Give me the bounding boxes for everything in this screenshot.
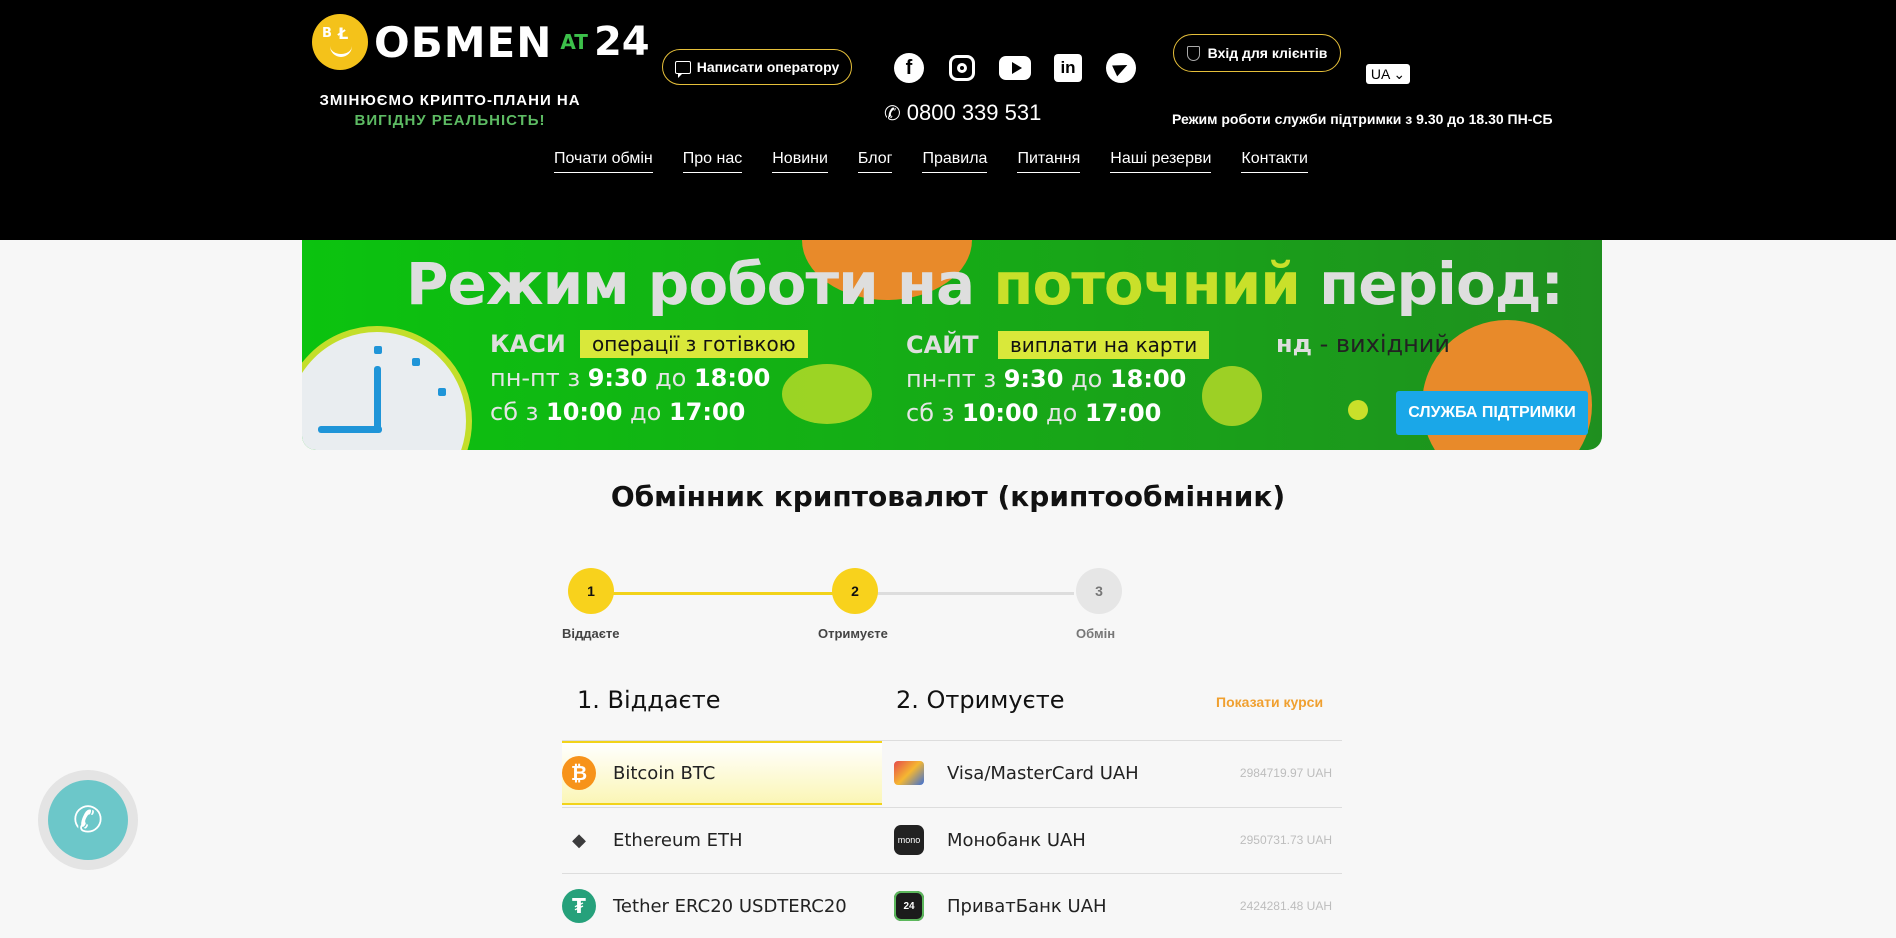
step-line-done <box>606 592 834 595</box>
give-column-header: 1. Віддаєте <box>577 686 721 714</box>
clock-illustration <box>302 326 472 450</box>
linkedin-icon[interactable]: in <box>1052 52 1084 84</box>
youtube-icon[interactable] <box>999 52 1031 84</box>
give-row-bitcoin[interactable]: ₿ Bitcoin BTC <box>562 741 882 805</box>
monobank-icon: mono <box>894 825 924 855</box>
logo-number: 24 <box>593 19 650 65</box>
nav-faq[interactable]: Питання <box>1017 150 1081 173</box>
slogan-line2: ВИГІДНУ РЕАЛЬНІСТЬ! <box>354 112 546 129</box>
nav-rules[interactable]: Правила <box>922 150 988 173</box>
chat-icon <box>674 60 691 78</box>
day-off-note: нд - вихідний <box>1276 330 1450 358</box>
get-currency-name: Монобанк UAH <box>947 829 1086 851</box>
callback-button[interactable]: ✆ <box>38 770 138 870</box>
site-tag: виплати на карти <box>998 331 1210 359</box>
slogan-line1: ЗМІНЮЄМО КРИПТО-ПЛАНИ НА <box>319 92 581 109</box>
main-nav: Почати обмін Про нас Новини Блог Правила… <box>554 150 1308 173</box>
give-row-tether[interactable]: ₮ Tether ERC20 USDTERC20 <box>562 874 882 938</box>
reserve-amount: 2950731.73 UAH <box>1239 833 1332 847</box>
get-currency-name: ПриватБанк UAH <box>947 895 1107 917</box>
shield-icon <box>1186 45 1200 61</box>
nav-reserves[interactable]: Наші резерви <box>1110 150 1212 173</box>
cash-saturday-hours: сб з 10:00 до 17:00 <box>490 398 746 426</box>
facebook-icon[interactable]: f <box>893 52 925 84</box>
nav-contacts[interactable]: Контакти <box>1241 150 1308 173</box>
schedule-banner[interactable]: Режим роботи на поточний період: КАСИ оп… <box>302 240 1602 450</box>
client-login-button[interactable]: Вхід для клієнтів <box>1173 34 1341 72</box>
logo-coin-icon: BŁ <box>312 14 368 70</box>
write-operator-label: Написати оператору <box>696 59 840 75</box>
banner-title: Режим роботи на поточний період: <box>406 250 1564 318</box>
bitcoin-icon: ₿ <box>562 756 596 790</box>
row-divider <box>562 873 1342 874</box>
support-hours: Режим роботи служби підтримки з 9.30 до … <box>1172 111 1553 127</box>
logo-at: AT <box>560 30 588 54</box>
telegram-icon[interactable] <box>1105 52 1137 84</box>
language-select[interactable]: UA ⌄ <box>1366 64 1410 84</box>
row-divider <box>562 807 1342 808</box>
reserve-amount: 2424281.48 UAH <box>1239 899 1332 913</box>
chevron-down-icon: ⌄ <box>1393 65 1406 82</box>
phone-number: 0800 339 531 <box>906 100 1042 125</box>
social-links: f in <box>893 52 1137 84</box>
site-label: САЙТ <box>906 331 979 359</box>
card-decoration <box>1202 366 1262 426</box>
step-1-circle[interactable]: 1 <box>568 568 614 614</box>
step-2-label: Отримуєте <box>818 626 888 641</box>
privatbank-icon: 24 <box>894 891 924 921</box>
give-currency-name: Bitcoin BTC <box>613 762 716 784</box>
card-icon <box>894 761 924 785</box>
reserve-amount: 2984719.97 UAH <box>1239 766 1332 780</box>
get-row-monobank[interactable]: mono Монобанк UAH 2950731.73 UAH <box>882 808 1342 872</box>
get-row-visa-mastercard[interactable]: Visa/MasterCard UAH 2984719.97 UAH <box>882 741 1342 805</box>
step-2-circle[interactable]: 2 <box>832 568 878 614</box>
write-operator-button[interactable]: Написати оператору <box>662 49 852 85</box>
instagram-icon[interactable] <box>946 52 978 84</box>
give-currency-name: Ethereum ETH <box>613 829 743 851</box>
give-row-ethereum[interactable]: ◆ Ethereum ETH <box>562 808 882 872</box>
tether-icon: ₮ <box>562 889 596 923</box>
exchange-steps: 1 Віддаєте 2 Отримуєте 3 Обмін <box>562 568 1122 648</box>
step-1-label: Віддаєте <box>562 626 620 641</box>
phone-icon: ✆ <box>884 102 901 125</box>
site-header: BŁ OБMEN AT 24 ЗМІНЮЄМО КРИПТО-ПЛАНИ НА … <box>0 0 1896 240</box>
cash-weekdays-hours: пн-пт з 9:30 до 18:00 <box>490 364 771 392</box>
phone-icon: ✆ <box>48 780 128 860</box>
support-service-button[interactable]: СЛУЖБА ПІДТРИМКИ <box>1396 391 1588 435</box>
nav-start-exchange[interactable]: Почати обмін <box>554 150 653 173</box>
site-saturday-hours: сб з 10:00 до 17:00 <box>906 399 1162 427</box>
dot-decoration <box>1348 400 1368 420</box>
cash-label: КАСИ <box>490 330 566 358</box>
language-value: UA <box>1370 66 1391 82</box>
money-decoration <box>782 364 872 424</box>
get-row-privatbank[interactable]: 24 ПриватБанк UAH 2424281.48 UAH <box>882 874 1342 938</box>
phone-link[interactable]: ✆ 0800 339 531 <box>884 100 1041 126</box>
cash-tag: операції з готівкою <box>580 330 808 358</box>
nav-about[interactable]: Про нас <box>682 150 743 173</box>
nav-blog[interactable]: Блог <box>857 150 893 173</box>
show-rates-link[interactable]: Показати курси <box>1216 694 1323 710</box>
page-title: Обмінник криптовалют (криптообмінник) <box>610 480 1286 513</box>
step-3-label: Обмін <box>1076 626 1116 641</box>
nav-news[interactable]: Новини <box>772 150 828 173</box>
give-currency-name: Tether ERC20 USDTERC20 <box>613 895 847 917</box>
get-currency-name: Visa/MasterCard UAH <box>947 762 1139 784</box>
get-column-header: 2. Отримуєте <box>896 686 1065 714</box>
ethereum-icon: ◆ <box>572 829 586 851</box>
client-login-label: Вхід для клієнтів <box>1207 45 1328 61</box>
logo-word: OБMEN <box>374 17 553 67</box>
logo[interactable]: BŁ OБMEN AT 24 <box>312 14 650 70</box>
step-3-circle[interactable]: 3 <box>1076 568 1122 614</box>
site-weekdays-hours: пн-пт з 9:30 до 18:00 <box>906 365 1187 393</box>
step-line-pending <box>874 592 1074 595</box>
